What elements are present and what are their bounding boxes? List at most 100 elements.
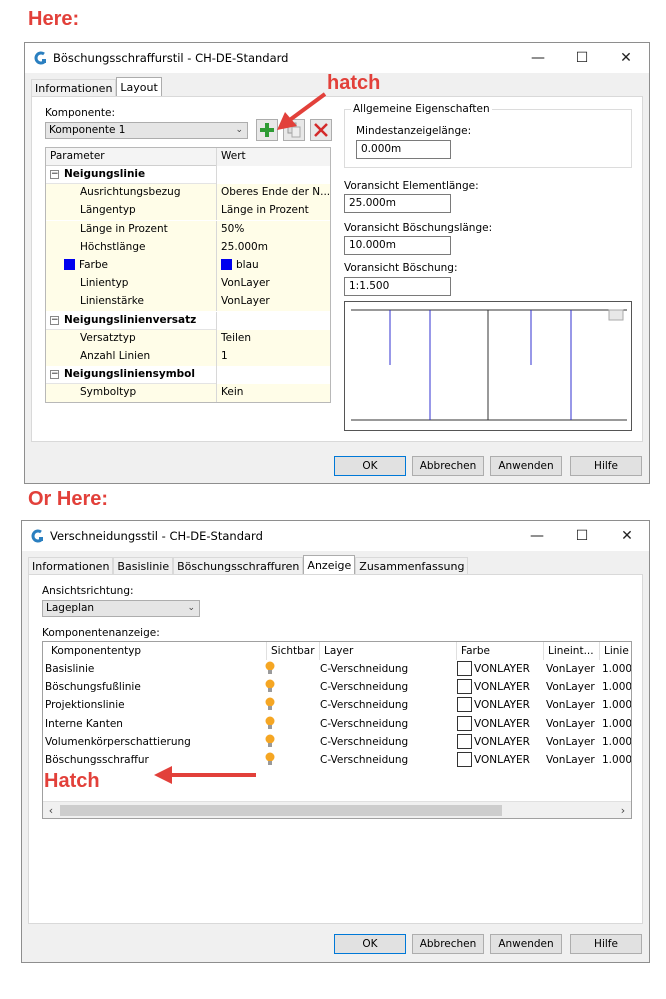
tab-anzeige[interactable]: Anzeige [303,555,356,575]
lineweight-cell[interactable]: 1.000 [602,660,631,678]
minimize-icon[interactable]: — [523,47,553,69]
view-direction-label: Ansichtsrichtung: [42,585,134,597]
collapse-icon[interactable]: − [50,315,59,325]
preview-slope-input[interactable]: 1:1.500 [344,277,451,296]
horizontal-scrollbar[interactable]: ‹ › [43,801,631,818]
property-row[interactable]: Längentyp Länge in Prozent [46,202,330,221]
apply-button[interactable]: Anwenden [490,456,562,476]
column-header-component-type[interactable]: Komponententyp [43,642,267,660]
property-category-row[interactable]: − Neigungslinienversatz [46,311,330,330]
column-header-value: Wert [216,148,330,166]
property-row[interactable]: Versatztyp Teilen [46,329,330,348]
column-header-lineweight[interactable]: Linie [600,642,631,660]
property-row[interactable]: Farbe blau [46,257,330,275]
column-header-layer[interactable]: Layer [320,642,457,660]
cancel-button[interactable]: Abbrechen [412,456,484,476]
scroll-right-icon[interactable]: › [615,803,631,818]
component-row[interactable]: Böschungsschraffur C-Verschneidung VONLAYE… [43,751,631,769]
layer-cell[interactable]: C-Verschneidung [320,733,455,751]
scroll-left-icon[interactable]: ‹ [43,803,59,818]
color-checkbox[interactable] [457,679,472,695]
linetype-cell[interactable]: VonLayer [546,696,600,714]
color-cell[interactable]: VONLAYER [474,678,544,696]
tab-informationen[interactable]: Informationen [31,79,117,97]
color-cell[interactable]: VONLAYER [474,660,544,678]
close-icon[interactable]: ✕ [611,47,641,69]
color-cell[interactable]: VONLAYER [474,751,544,769]
property-row[interactable]: Linientyp VonLayer [46,275,330,294]
component-row[interactable]: Böschungsfußlinie C-Verschneidung VONLAYER… [43,678,631,696]
tab-boeschungsschraffuren[interactable]: Böschungsschraffuren [173,557,304,575]
tab-layout[interactable]: Layout [116,77,162,97]
lineweight-cell[interactable]: 1.000 [602,751,631,769]
linetype-cell[interactable]: VonLayer [546,733,600,751]
column-header-visible[interactable]: Sichtbar [267,642,320,660]
maximize-icon[interactable]: ☐ [567,525,597,547]
ok-button[interactable]: OK [334,934,406,954]
preview-element-length-input[interactable]: 25.000m [344,194,451,213]
linetype-cell[interactable]: VonLayer [546,660,600,678]
layer-cell[interactable]: C-Verschneidung [320,696,455,714]
layer-cell[interactable]: C-Verschneidung [320,715,455,733]
maximize-icon[interactable]: ☐ [567,47,597,69]
help-button[interactable]: Hilfe [570,934,642,954]
lightbulb-on-icon[interactable] [265,661,275,675]
lightbulb-on-icon[interactable] [265,697,275,711]
column-header-color[interactable]: Farbe [457,642,544,660]
lightbulb-on-icon[interactable] [265,734,275,748]
tab-informationen[interactable]: Informationen [28,557,114,575]
tab-basislinie[interactable]: Basislinie [113,557,174,575]
lightbulb-on-icon[interactable] [265,716,275,730]
lightbulb-on-icon[interactable] [265,679,275,693]
color-cell[interactable]: VONLAYER [474,733,544,751]
property-category-row[interactable]: − Neigungslinie [46,166,330,184]
component-row[interactable]: Interne Kanten C-Verschneidung VONLAYER Von… [43,715,631,733]
linetype-cell[interactable]: VonLayer [546,715,600,733]
cancel-button[interactable]: Abbrechen [412,934,484,954]
color-cell[interactable]: VONLAYER [474,715,544,733]
collapse-icon[interactable]: − [50,370,59,380]
color-cell[interactable]: VONLAYER [474,696,544,714]
component-row[interactable]: Volumenkörperschattierung C-Verschneidung… [43,733,631,751]
color-checkbox[interactable] [457,715,472,731]
preview-slope-length-input[interactable]: 10.000m [344,236,451,255]
property-row[interactable]: Anzahl Linien 1 [46,348,330,366]
tab-zusammenfassung[interactable]: Zusammenfassung [355,557,469,575]
layer-cell[interactable]: C-Verschneidung [320,678,455,696]
scroll-thumb[interactable] [60,805,502,816]
property-name: Neigungslinie [64,168,146,180]
property-row[interactable]: Symboltyp Kein [46,384,330,403]
component-select[interactable]: Komponente 1 ⌄ [45,122,248,139]
component-row[interactable]: Basislinie C-Verschneidung VONLAYER VonLaye… [43,660,631,678]
help-button[interactable]: Hilfe [570,456,642,476]
lineweight-cell[interactable]: 1.000 [602,678,631,696]
minimize-icon[interactable]: — [522,525,552,547]
min-display-length-input[interactable]: 0.000m [356,140,451,159]
intersection-style-dialog: Verschneidungsstil - CH-DE-Standard — ☐ … [21,520,650,963]
linetype-cell[interactable]: VonLayer [546,678,600,696]
property-row[interactable]: Linienstärke VonLayer [46,293,330,312]
column-header-linetype[interactable]: Lineint... [544,642,600,660]
close-icon[interactable]: ✕ [612,525,642,547]
lineweight-cell[interactable]: 1.000 [602,696,631,714]
ok-button[interactable]: OK [334,456,406,476]
layer-cell[interactable]: C-Verschneidung [320,751,455,769]
apply-button[interactable]: Anwenden [490,934,562,954]
color-checkbox[interactable] [457,752,472,767]
property-row[interactable]: Höchstlänge 25.000m [46,238,330,257]
component-row[interactable]: Projektionslinie C-Verschneidung VONLAYER V… [43,696,631,714]
lineweight-cell[interactable]: 1.000 [602,733,631,751]
property-row[interactable]: Ausrichtungsbezug Oberes Ende der N... [46,184,330,203]
layer-cell[interactable]: C-Verschneidung [320,660,455,678]
property-row[interactable]: Länge in Prozent 50% [46,220,330,239]
lightbulb-on-icon[interactable] [265,752,275,766]
lineweight-cell[interactable]: 1.000 [602,715,631,733]
color-checkbox[interactable] [457,697,472,713]
linetype-cell[interactable]: VonLayer [546,751,600,769]
color-checkbox[interactable] [457,733,472,749]
collapse-icon[interactable]: − [50,170,59,179]
property-value: VonLayer [221,277,270,290]
view-direction-select[interactable]: Lageplan ⌄ [42,600,200,617]
color-checkbox[interactable] [457,661,472,676]
property-category-row[interactable]: − Neigungsliniensymbol [46,366,330,385]
